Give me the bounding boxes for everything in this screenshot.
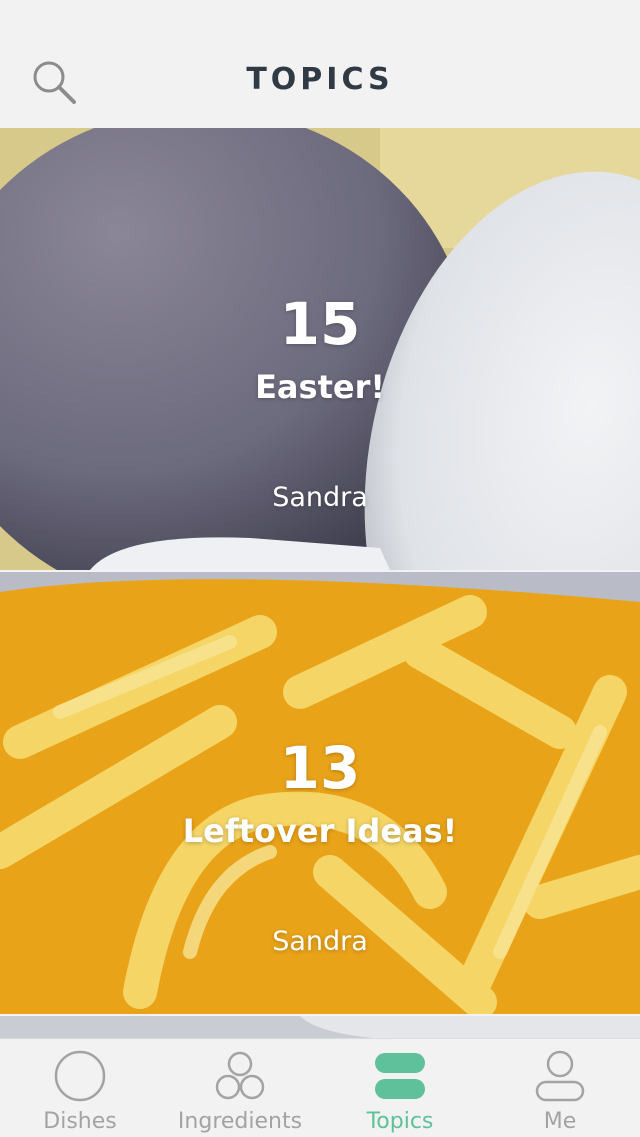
tab-dishes[interactable]: Dishes: [0, 1039, 160, 1137]
tab-me[interactable]: Me: [480, 1039, 640, 1137]
tab-label: Me: [543, 1109, 577, 1134]
tab-label: Ingredients: [177, 1109, 303, 1134]
topic-card-partial[interactable]: [0, 1016, 640, 1040]
topic-image: [0, 1016, 640, 1040]
topic-author: Sandra: [272, 926, 368, 957]
tab-bar: Dishes Ingredients Topics Me: [0, 1038, 640, 1137]
topic-name: Easter!: [255, 368, 385, 406]
nav-header: TOPICS: [0, 0, 640, 129]
tab-label: Topics: [366, 1109, 434, 1134]
person-icon: [535, 1050, 585, 1102]
topic-count: 15: [279, 290, 361, 358]
circle-icon: [54, 1050, 106, 1102]
topic-name: Leftover Ideas!: [182, 812, 458, 850]
three-circles-icon: [215, 1051, 265, 1100]
topic-card-easter[interactable]: 15 Easter! Sandra: [0, 128, 640, 570]
tab-ingredients[interactable]: Ingredients: [160, 1039, 320, 1137]
topic-card-leftover-ideas[interactable]: 13 Leftover Ideas! Sandra: [0, 572, 640, 1014]
topic-count: 13: [279, 734, 361, 802]
stacked-pills-icon: [375, 1053, 425, 1099]
topic-author: Sandra: [272, 482, 368, 513]
page-title: TOPICS: [246, 62, 394, 97]
tab-label: Dishes: [43, 1109, 117, 1134]
tab-topics[interactable]: Topics: [320, 1039, 480, 1137]
